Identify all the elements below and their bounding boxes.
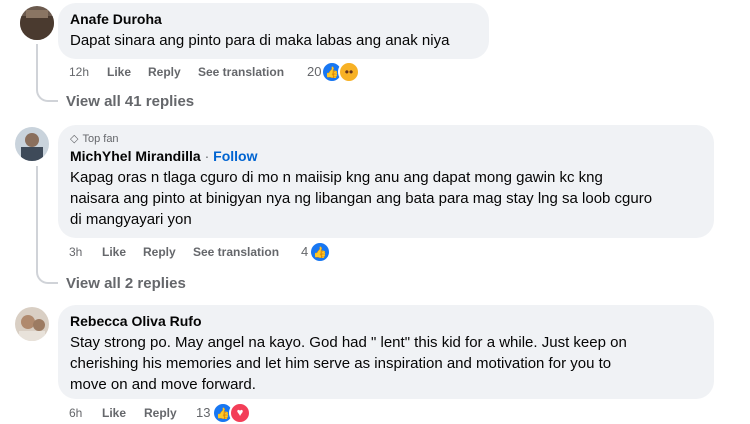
reaction-summary[interactable]: 20 👍 ••	[307, 61, 367, 83]
reaction-summary[interactable]: 13 👍 ♥	[196, 402, 256, 424]
see-translation-link[interactable]: See translation	[193, 245, 279, 259]
reaction-count: 13	[196, 405, 211, 420]
diamond-icon: ◇	[70, 133, 79, 145]
reaction-count: 4	[301, 244, 309, 259]
like-button[interactable]: Like	[102, 406, 126, 420]
wow-icon: ••	[338, 61, 360, 83]
love-icon: ♥	[229, 402, 251, 424]
reply-button[interactable]: Reply	[144, 406, 177, 420]
reaction-summary[interactable]: 4 👍	[301, 241, 341, 263]
follow-button[interactable]: Follow	[213, 148, 257, 164]
comment-text: Dapat sinara ang pinto para di maka laba…	[70, 32, 450, 49]
comment-author[interactable]: Anafe Duroha	[70, 11, 477, 27]
view-replies-link[interactable]: View all 41 replies	[66, 93, 194, 110]
comment-text-line: di mangyayari yon	[70, 211, 192, 228]
like-icon: 👍	[309, 241, 331, 263]
comment-bubble: Anafe Duroha Dapat sinara ang pinto para…	[58, 3, 489, 59]
comment-time[interactable]: 3h	[69, 245, 82, 259]
comment-text: Kapag oras n tlaga cguro di mo n maiisip…	[70, 167, 702, 230]
comment-bubble: ◇ Top fan MichYhel Mirandilla · Follow K…	[58, 125, 714, 238]
comment-text-line: Stay strong po. May angel na kayo. God h…	[70, 334, 627, 351]
comment-text: Stay strong po. May angel na kayo. God h…	[70, 332, 702, 395]
comment-author[interactable]: MichYhel Mirandilla	[70, 148, 201, 164]
thread-line	[36, 166, 58, 284]
avatar[interactable]	[20, 6, 54, 40]
like-button[interactable]: Like	[102, 245, 126, 259]
comment-author-row: MichYhel Mirandilla · Follow	[70, 148, 702, 164]
comment-text-line: move on and move forward.	[70, 376, 256, 393]
comment-author[interactable]: Rebecca Oliva Rufo	[70, 313, 702, 329]
comment-bubble: Rebecca Oliva Rufo Stay strong po. May a…	[58, 305, 714, 399]
comment-text-line: Kapag oras n tlaga cguro di mo n maiisip…	[70, 169, 603, 186]
top-fan-badge: ◇ Top fan	[70, 132, 702, 146]
thread-line	[36, 44, 58, 102]
comment-text-line: naisara ang pinto at binigyan nya ng lib…	[70, 190, 653, 207]
badge-label: Top fan	[82, 132, 119, 145]
view-replies-link[interactable]: View all 2 replies	[66, 275, 186, 292]
reply-button[interactable]: Reply	[148, 65, 181, 79]
reply-button[interactable]: Reply	[143, 245, 176, 259]
comment-text-line: cherishing his memories and let him serv…	[70, 355, 612, 372]
reaction-count: 20	[307, 64, 322, 79]
comment-time[interactable]: 12h	[69, 65, 89, 79]
avatar[interactable]	[15, 127, 49, 161]
comment-time[interactable]: 6h	[69, 406, 82, 420]
like-button[interactable]: Like	[107, 65, 131, 79]
separator: ·	[200, 148, 214, 164]
avatar[interactable]	[15, 307, 49, 341]
see-translation-link[interactable]: See translation	[198, 65, 284, 79]
